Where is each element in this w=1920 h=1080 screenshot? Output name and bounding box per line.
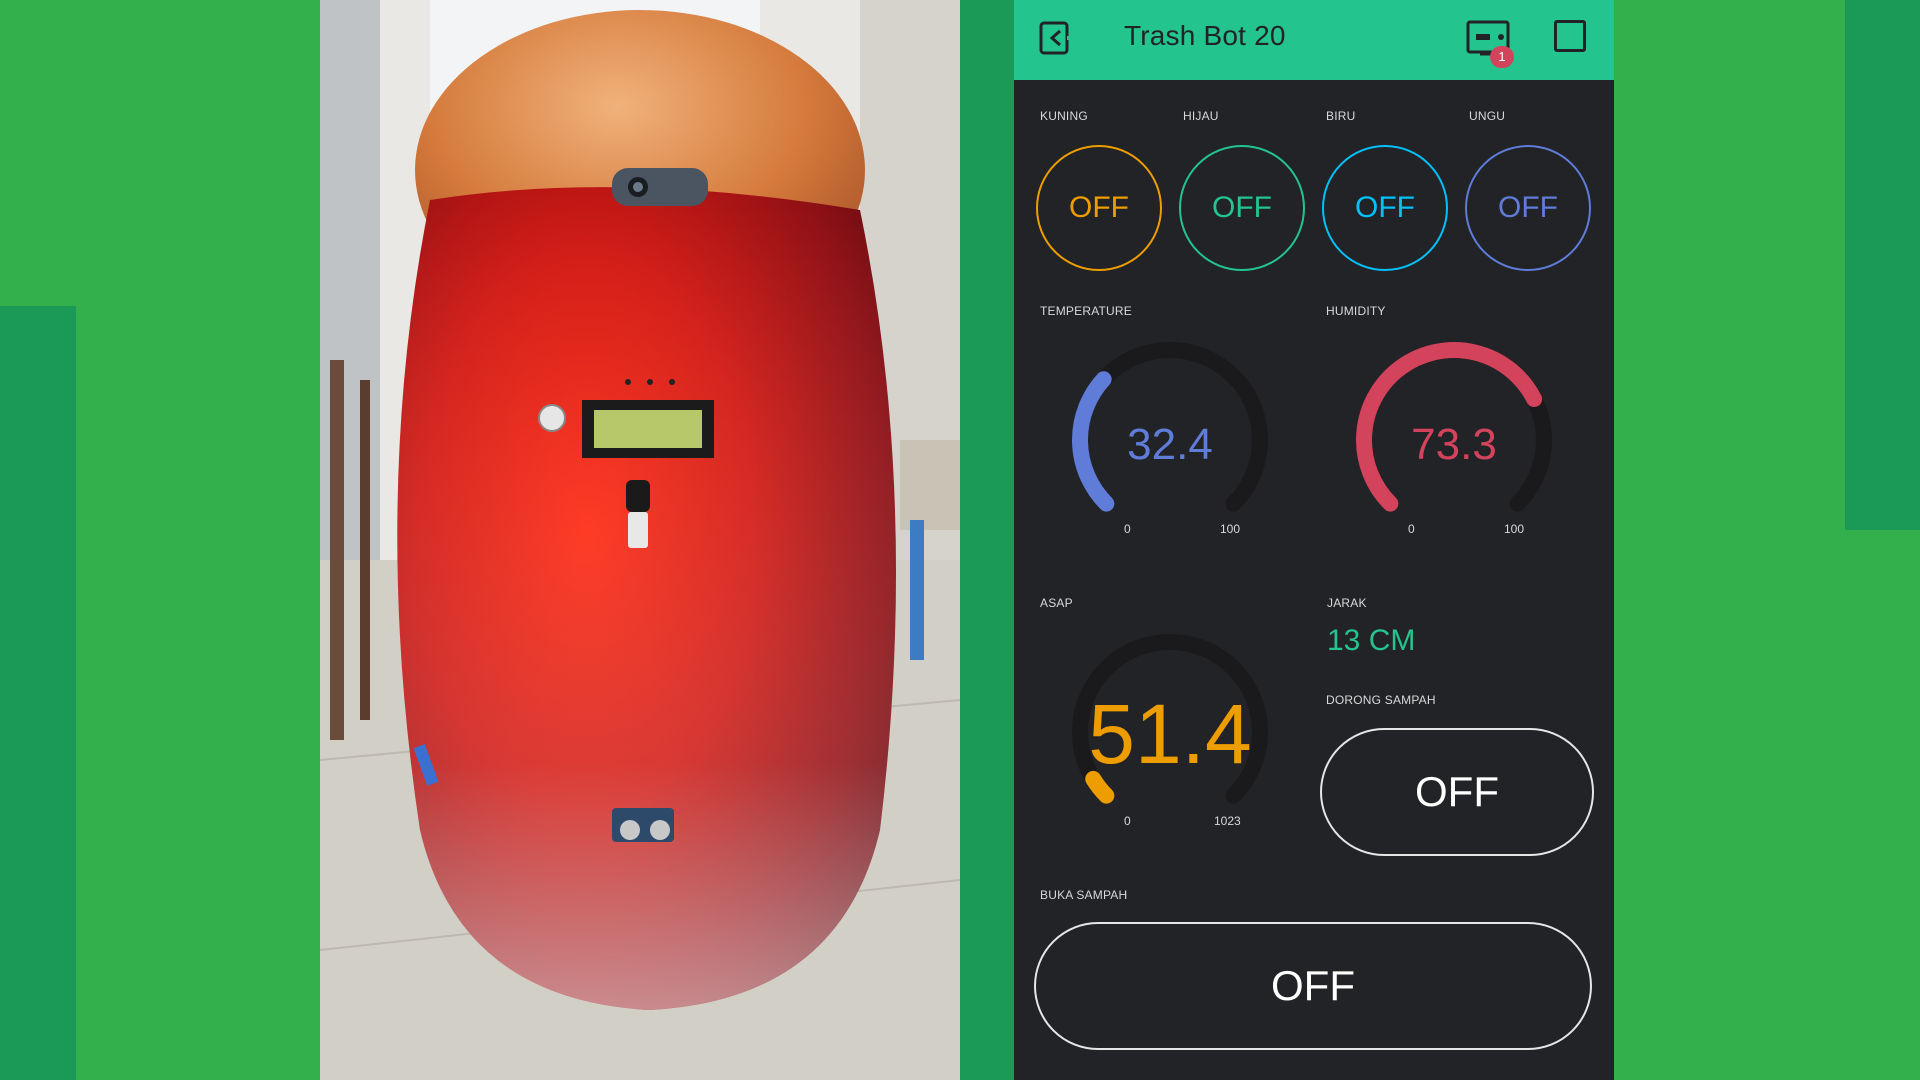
temperature-label: TEMPERATURE [1040, 304, 1132, 318]
asap-value: 51.4 [1088, 687, 1252, 781]
humidity-label: HUMIDITY [1326, 304, 1386, 318]
app-title: Trash Bot 20 [1124, 20, 1286, 51]
biru-toggle-button[interactable]: OFF [1322, 145, 1448, 271]
humidity-gauge: 73.3 0 100 [1326, 322, 1582, 546]
trash-bot-photo [320, 0, 960, 1080]
dorong-sampah-button[interactable]: OFF [1320, 728, 1594, 856]
stop-icon[interactable] [1554, 20, 1586, 52]
background-block-middle [960, 0, 1014, 1080]
kuning-label: KUNING [1040, 109, 1088, 123]
blynk-app-screen: Trash Bot 20 1 KUNING HIJAU BIRU UNGU OF… [1014, 0, 1614, 1080]
temperature-gauge: 32.4 0 100 [1042, 322, 1298, 546]
temperature-min: 0 [1124, 522, 1131, 536]
biru-label: BIRU [1326, 109, 1356, 123]
ungu-label: UNGU [1469, 109, 1506, 123]
asap-gauge: 51.4 0 1023 [1042, 614, 1298, 838]
dorong-sampah-label: DORONG SAMPAH [1326, 693, 1436, 707]
humidity-min: 0 [1408, 522, 1415, 536]
trash-bot-illustration [320, 0, 960, 1080]
humidity-value: 73.3 [1411, 420, 1497, 469]
background-block-right [1845, 0, 1920, 530]
app-header: Trash Bot 20 1 [1014, 0, 1614, 80]
humidity-max: 100 [1504, 522, 1525, 536]
temperature-value: 32.4 [1127, 420, 1213, 469]
buka-sampah-button[interactable]: OFF [1034, 922, 1592, 1050]
notification-badge: 1 [1490, 46, 1514, 68]
ungu-toggle-button[interactable]: OFF [1465, 145, 1591, 271]
back-icon[interactable] [1038, 20, 1076, 56]
hijau-label: HIJAU [1183, 109, 1219, 123]
temperature-max: 100 [1220, 522, 1241, 536]
jarak-value: 13 CM [1327, 624, 1416, 657]
buka-sampah-label: BUKA SAMPAH [1040, 888, 1128, 902]
hijau-toggle-button[interactable]: OFF [1179, 145, 1305, 271]
asap-label: ASAP [1040, 596, 1073, 610]
asap-max: 1023 [1214, 814, 1241, 828]
asap-min: 0 [1124, 814, 1131, 828]
background-block-left [0, 306, 76, 1080]
kuning-toggle-button[interactable]: OFF [1036, 145, 1162, 271]
jarak-label: JARAK [1327, 596, 1367, 610]
